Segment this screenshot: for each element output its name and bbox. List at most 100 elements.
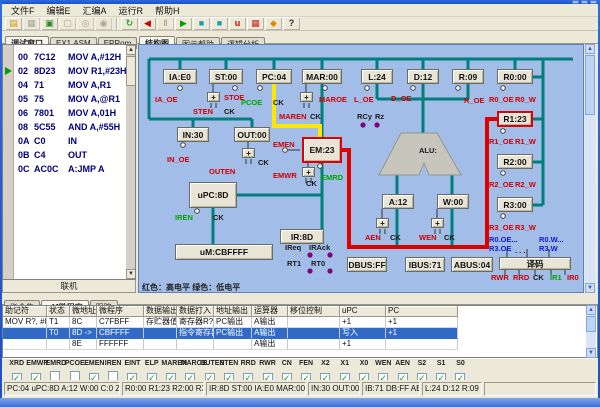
reg-ia[interactable]: IA:E0 xyxy=(163,69,197,84)
code-line[interactable]: 067801MOV A,01H xyxy=(3,106,135,120)
micro-run-button[interactable]: u xyxy=(229,17,246,30)
open-file-button[interactable]: ▤ xyxy=(5,17,22,30)
microprogram-table: 助记符状态微地址微程序数据输出数据打入地址输出运算器移位控制uPCPCMOV R… xyxy=(2,305,598,358)
menu-file[interactable]: 文件F xyxy=(6,4,40,17)
scroll-up-icon[interactable]: ▲ xyxy=(585,44,595,54)
column-header: 数据打入 xyxy=(177,306,214,317)
signal-name: CN xyxy=(277,359,296,368)
reg-l[interactable]: L:24 xyxy=(361,69,393,84)
column-header: PC xyxy=(386,306,458,317)
signal-maren: MAREN✓ xyxy=(161,359,180,380)
code-listing: 007C12MOV A,#12H028D23MOV R1,#23H0471MOV… xyxy=(3,50,135,176)
reg-w[interactable]: W:00 xyxy=(437,194,469,209)
reg-r0[interactable]: R0:00 xyxy=(497,69,533,84)
reset-button[interactable]: ◀ xyxy=(139,17,156,30)
diagram-scrollbar[interactable]: ▲ ▼ xyxy=(585,44,595,293)
listing-scrollbar[interactable]: ▲ ▼ xyxy=(126,45,136,279)
clock-em[interactable]: + xyxy=(302,167,315,177)
code-line[interactable]: 085C55AND A,#55H xyxy=(3,120,135,134)
reg-in[interactable]: IN:30 xyxy=(177,127,209,142)
signal-label: RRD xyxy=(513,273,529,282)
table-cell: 指令寄存器 xyxy=(177,328,214,339)
signal-label: CK xyxy=(390,233,401,242)
minimize-button[interactable] xyxy=(572,0,579,4)
code-line[interactable]: 007C12MOV A,#12H xyxy=(3,50,135,64)
clock-out[interactable]: + xyxy=(242,148,255,158)
menu-edit[interactable]: 编辑E xyxy=(42,4,76,17)
table-scrollbar[interactable]: ▲ ▼ xyxy=(586,305,596,358)
code-line[interactable]: 0575MOV A,@R1 xyxy=(3,92,135,106)
clock-mar[interactable]: + xyxy=(300,92,313,102)
signal-name: EINT xyxy=(123,359,142,368)
help-button[interactable]: ? xyxy=(283,17,300,30)
assemble-button[interactable]: ▣ xyxy=(41,17,58,30)
step-over-button[interactable]: ■ xyxy=(211,17,228,30)
reg-r1[interactable]: R1:23 xyxy=(497,111,533,127)
find-button: ◎ xyxy=(77,17,94,30)
step-into-button[interactable]: ■ xyxy=(193,17,210,30)
menu-assemble[interactable]: 汇编A xyxy=(78,4,112,17)
table-cell xyxy=(386,339,458,350)
reg-st[interactable]: ST:00 xyxy=(209,69,243,84)
close-button[interactable] xyxy=(590,0,597,4)
clock-w[interactable]: + xyxy=(431,218,444,228)
diagram-scroll-thumb[interactable] xyxy=(585,55,595,115)
code-line[interactable]: 0BC4OUT xyxy=(3,148,135,162)
scroll-down-icon[interactable]: ▼ xyxy=(126,269,136,279)
code-line[interactable]: 0471MOV A,R1 xyxy=(3,78,135,92)
reg-pc[interactable]: PC:04 xyxy=(256,69,292,84)
reg-r2[interactable]: R2:00 xyxy=(497,154,533,169)
reg-em[interactable]: EM:23 xyxy=(302,137,342,163)
scroll-up-icon[interactable]: ▲ xyxy=(126,45,136,55)
signal-emwr: EMWR✓ xyxy=(26,359,45,380)
level-legend: 红色：高电平 绿色：低电平 xyxy=(142,282,240,293)
signal-emrd: EMRD xyxy=(46,359,65,380)
table-row[interactable]: T08D ->CBFFFF指令寄存器PC输出A输出写入+1 xyxy=(3,328,597,339)
menu-run[interactable]: 运行R xyxy=(114,4,149,17)
reg-a[interactable]: A:12 xyxy=(382,194,414,209)
menu-help[interactable]: 帮助H xyxy=(150,4,185,17)
reg-ir[interactable]: IR:8D xyxy=(280,229,324,244)
reg-r3[interactable]: R3:00 xyxy=(497,197,533,212)
decoder[interactable]: 译码 xyxy=(499,257,571,270)
microprogram-panel: 指令集uM微程序跟踪 助记符状态微地址微程序数据输出数据打入地址输出运算器移位控… xyxy=(2,293,598,358)
reg-mar[interactable]: MAR:00 xyxy=(302,69,342,84)
maximize-button[interactable] xyxy=(581,0,588,4)
signal-xrd: XRD✓ xyxy=(7,359,26,380)
bus-ibus[interactable]: IBUS:71 xyxy=(405,257,445,272)
run-button[interactable]: ▶ xyxy=(175,17,192,30)
code-line[interactable]: 028D23MOV R1,#23H xyxy=(3,64,135,78)
signal-x0: X0✓ xyxy=(354,359,373,380)
port-button[interactable]: ◆ xyxy=(265,17,282,30)
bus-abus[interactable]: ABUS:04 xyxy=(451,257,493,272)
current-line-arrow xyxy=(5,67,12,75)
signal-label: WEN xyxy=(419,233,437,242)
column-header: uPC xyxy=(340,306,386,317)
signal-label: R1_W xyxy=(515,137,536,146)
code-address: 04 xyxy=(18,80,34,90)
reg-upc[interactable]: uPC:8D xyxy=(189,182,237,208)
reg-um[interactable]: uM:CBFFFF xyxy=(175,244,273,260)
reg-out[interactable]: OUT:00 xyxy=(234,127,270,142)
signal-name: AEN xyxy=(393,359,412,368)
clock-a[interactable]: + xyxy=(376,218,389,228)
logic-analyzer-button[interactable]: ▦ xyxy=(247,17,264,30)
signal-label: IREN xyxy=(175,213,193,222)
title-bar[interactable] xyxy=(0,0,600,4)
table-row[interactable]: MOV R?, #IIT18CC7FBFF存贮器值EM寄存器R?PC输出A输出+… xyxy=(3,317,597,328)
clock-st[interactable]: + xyxy=(207,92,220,102)
scroll-up-icon[interactable]: ▲ xyxy=(586,305,596,315)
code-line[interactable]: 0CAC0CA:JMP A xyxy=(3,162,135,176)
signal-name: IREN xyxy=(103,359,122,368)
reg-r[interactable]: R:09 xyxy=(452,69,484,84)
reg-d[interactable]: D:12 xyxy=(407,69,439,84)
table-row[interactable]: 8EFFFFFFA输出+1 xyxy=(3,339,597,350)
listing-scroll-thumb[interactable] xyxy=(126,56,136,86)
code-line[interactable]: 0AC0IN xyxy=(3,134,135,148)
bus-dbus[interactable]: DBUS:FF xyxy=(347,257,387,272)
table-scroll-thumb[interactable] xyxy=(586,316,596,332)
scroll-down-icon[interactable]: ▼ xyxy=(586,348,596,358)
scroll-down-icon[interactable]: ▼ xyxy=(585,283,595,293)
table-cell xyxy=(144,339,177,350)
refresh-button[interactable]: ↻ xyxy=(121,17,138,30)
